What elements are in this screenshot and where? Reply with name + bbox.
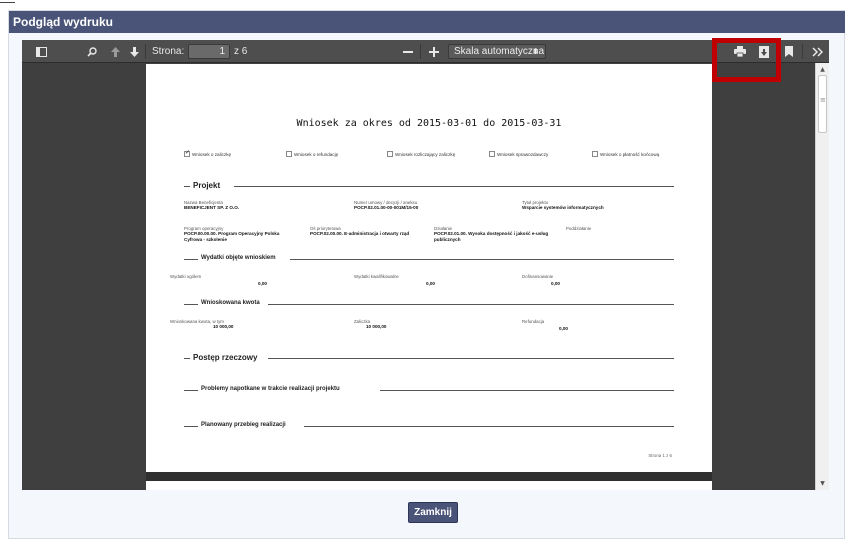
zoom-in-icon[interactable] bbox=[426, 40, 442, 63]
field-value: BENEFICJENT SP. Z O.O. bbox=[184, 205, 240, 210]
field-value: 10 000,00 bbox=[213, 324, 234, 329]
checkbox-icon bbox=[286, 151, 292, 157]
page-gap bbox=[146, 472, 712, 481]
viewer-toolbar: Strona: z 6 Skala automatyczna ⬍ bbox=[22, 40, 829, 63]
scrollbar-thumb[interactable] bbox=[818, 75, 827, 133]
section-heading: Problemy napotkane w trakcie realizacji … bbox=[201, 386, 340, 392]
checkbox-refundacja: Wniosek o refundację bbox=[286, 151, 338, 157]
field-value: POCP.00.00.00. Program Operacyjny Polska… bbox=[184, 231, 280, 242]
document-title: Wniosek za okres od 2015-03-01 do 2015-0… bbox=[296, 118, 562, 129]
field-value: 0,00 bbox=[551, 281, 560, 286]
pdf-viewer: Strona: z 6 Skala automatyczna ⬍ Wniosek… bbox=[22, 40, 829, 490]
highlight-box bbox=[712, 38, 781, 82]
previous-page-icon[interactable] bbox=[108, 40, 122, 63]
section-heading: Wydatki objęte wnioskiem bbox=[201, 255, 276, 261]
field-label: Refundacja bbox=[522, 319, 545, 324]
checkbox-checked-icon bbox=[184, 149, 190, 157]
dialog-title: Podgląd wydruku bbox=[9, 11, 845, 33]
field-label: Wydatki ogółem bbox=[170, 274, 202, 279]
checkbox-zaliczka: Wniosek o zaliczkę bbox=[184, 149, 232, 157]
field-label: Wydatki kwalifikowalne bbox=[354, 274, 399, 279]
close-button[interactable]: Zamknij bbox=[408, 502, 458, 523]
section-wydatki: Wydatki objęte wnioskiem bbox=[184, 255, 674, 263]
field-value: Wsparcie systemów informatycznych bbox=[522, 205, 604, 210]
next-page-icon[interactable] bbox=[127, 40, 141, 63]
zoom-out-icon[interactable] bbox=[400, 40, 416, 63]
tools-menu-icon[interactable] bbox=[809, 40, 825, 63]
section-postep: Postęp rzeczowy bbox=[184, 353, 674, 362]
checkbox-label: Wniosek o zaliczkę bbox=[192, 151, 232, 157]
top-rule bbox=[0, 0, 845, 3]
document-page-number: Strona 1 z 6 bbox=[648, 453, 672, 458]
field-value: 0,00 bbox=[258, 281, 267, 286]
page-label: Strona: bbox=[152, 46, 185, 57]
document-page: Wniosek za okres od 2015-03-01 do 2015-0… bbox=[146, 64, 712, 472]
scale-value: Skala automatyczna bbox=[454, 46, 545, 57]
checkbox-sprawozdawczy: Wniosek sprawozdawczy bbox=[489, 151, 548, 157]
checkbox-koncowy: Wniosek o płatność końcową bbox=[592, 151, 659, 157]
checkbox-icon bbox=[489, 151, 495, 157]
checkbox-icon bbox=[592, 151, 598, 157]
section-heading: Planowany przebieg realizacji bbox=[201, 422, 286, 428]
search-icon[interactable] bbox=[84, 40, 100, 63]
section-projekt: Projekt bbox=[184, 181, 674, 190]
checkbox-label: Wniosek o refundację bbox=[294, 151, 339, 157]
checkbox-label: Wniosek sprawozdawczy bbox=[497, 151, 549, 157]
checkbox-label: Wniosek rozliczający zaliczkę bbox=[395, 151, 456, 157]
toolbar-separator bbox=[145, 44, 146, 59]
scroll-down-icon[interactable]: ▼ bbox=[816, 478, 829, 490]
field-value: 0,00 bbox=[559, 326, 568, 331]
page-total: z 6 bbox=[234, 46, 248, 57]
field-value: POCP.02.01.00. Wysoka dostępność i jakoś… bbox=[434, 231, 549, 242]
vertical-scrollbar[interactable]: ▲ ▼ bbox=[815, 63, 829, 490]
field-value: POCP.02.00.00. E-administracja i otwarty… bbox=[310, 231, 410, 236]
document-page-next bbox=[146, 481, 712, 490]
bookmark-icon[interactable] bbox=[782, 40, 796, 63]
section-heading: Wnioskowana kwota bbox=[201, 300, 260, 306]
page-number-input[interactable] bbox=[188, 44, 230, 59]
field-label: Dofinansowanie bbox=[522, 274, 554, 279]
field-value: 10 000,00 bbox=[366, 324, 387, 329]
section-heading: Postęp rzeczowy bbox=[193, 353, 258, 362]
toolbar-separator bbox=[420, 44, 421, 59]
section-kwota: Wnioskowana kwota bbox=[184, 300, 674, 308]
field-label: Poddziałanie bbox=[566, 226, 592, 231]
field-value: POCP.02.01.00-00-001M/15-00 bbox=[354, 205, 419, 210]
section-problemy: Problemy napotkane w trakcie realizacji … bbox=[184, 386, 674, 394]
chevron-down-icon: ⬍ bbox=[532, 47, 539, 56]
section-planowany: Planowany przebieg realizacji bbox=[184, 422, 674, 430]
scale-select[interactable]: Skala automatyczna ⬍ bbox=[448, 44, 546, 59]
toolbar-separator bbox=[802, 44, 803, 59]
field-value: 0,00 bbox=[426, 281, 435, 286]
checkbox-icon bbox=[387, 151, 393, 157]
checkbox-rozliczajacy: Wniosek rozliczający zaliczkę bbox=[387, 151, 455, 157]
section-heading: Projekt bbox=[193, 181, 221, 190]
sidebar-toggle-icon[interactable] bbox=[32, 40, 50, 63]
checkbox-label: Wniosek o płatność końcową bbox=[600, 151, 660, 157]
